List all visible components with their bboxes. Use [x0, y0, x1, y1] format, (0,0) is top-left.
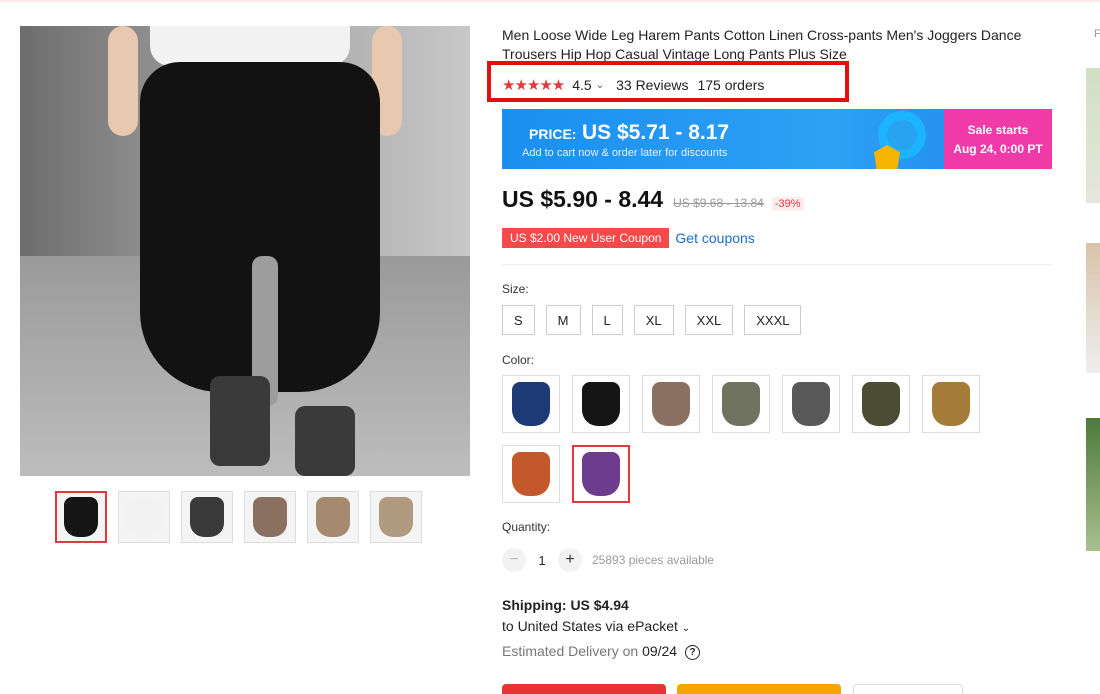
color-swatch-image: [512, 382, 550, 426]
color-swatch-image: [512, 452, 550, 496]
size-option[interactable]: XL: [633, 305, 674, 335]
shipping-label: Shipping:: [502, 597, 567, 613]
original-price: US $9.68 - 13.84: [673, 196, 764, 210]
coupon-row: US $2.00 New User Coupon Get coupons: [498, 228, 755, 248]
color-swatch-image: [932, 382, 970, 426]
shipping-destination[interactable]: to United States via ePacket: [502, 618, 678, 634]
shipping-cost: US $4.94: [570, 597, 629, 613]
color-option[interactable]: [712, 375, 770, 433]
add-to-cart-button[interactable]: [677, 684, 841, 694]
thumbnail[interactable]: [55, 491, 107, 543]
size-option[interactable]: M: [545, 305, 581, 335]
sidebar-product-3[interactable]: [1086, 418, 1100, 551]
color-swatch-image: [862, 382, 900, 426]
banner-price-label: PRICE:: [529, 126, 577, 142]
thumbnail-image: [64, 497, 98, 537]
thumbnail-image: [379, 497, 413, 537]
sale-line1: Sale starts: [967, 123, 1029, 137]
thumbnail[interactable]: [370, 491, 422, 543]
color-option[interactable]: [572, 375, 630, 433]
color-label: Color:: [502, 353, 535, 367]
size-options: S M L XL XXL XXXL: [502, 305, 802, 335]
delivery-date: 09/24: [642, 643, 678, 659]
delivery-row: Estimated Delivery on 09/24 ?: [502, 643, 700, 660]
sidebar-product-2[interactable]: [1086, 243, 1100, 373]
sidebar-label: F: [1094, 28, 1100, 40]
quantity-minus-button[interactable]: −: [502, 548, 526, 572]
quantity-plus-button[interactable]: +: [558, 548, 582, 572]
product-title: Men Loose Wide Leg Harem Pants Cotton Li…: [502, 27, 1022, 62]
color-option[interactable]: [572, 445, 630, 503]
image-sandal-right: [295, 406, 355, 476]
discount-badge: -39%: [771, 197, 804, 211]
color-swatch-image: [652, 382, 690, 426]
thumbnail[interactable]: [181, 491, 233, 543]
color-option[interactable]: [642, 375, 700, 433]
thumbnail-image: [316, 497, 350, 537]
color-swatch-image: [722, 382, 760, 426]
quantity-label: Quantity:: [502, 520, 551, 534]
size-option[interactable]: L: [591, 305, 623, 335]
price-row: US $5.90 - 8.44 US $9.68 - 13.84 -39%: [502, 186, 804, 213]
pieces-available: 25893 pieces available: [592, 553, 715, 567]
shipping-method[interactable]: to United States via ePacket ⌄: [502, 618, 690, 634]
quantity-input[interactable]: 1: [526, 553, 558, 568]
color-option[interactable]: [782, 375, 840, 433]
thumbnail[interactable]: [244, 491, 296, 543]
image-sandal-left: [210, 376, 270, 466]
color-swatch-image: [792, 382, 830, 426]
sale-line2: Aug 24, 0:00 PT: [953, 142, 1043, 156]
thumbnail-image: [190, 497, 224, 537]
image-arm-left: [108, 26, 138, 136]
color-swatch-image: [582, 452, 620, 496]
help-icon[interactable]: ?: [685, 644, 700, 660]
shipping-row: Shipping: US $4.94: [502, 597, 629, 613]
sale-start-badge: Sale starts Aug 24, 0:00 PT: [944, 109, 1052, 169]
product-main-image[interactable]: [20, 26, 470, 476]
delivery-label: Estimated Delivery on: [502, 643, 639, 659]
buy-now-button[interactable]: [502, 684, 666, 694]
banner-price-value: US $5.71 - 8.17: [582, 121, 730, 144]
color-option[interactable]: [852, 375, 910, 433]
thumbnail[interactable]: [118, 491, 170, 543]
size-option[interactable]: XXXL: [744, 305, 802, 335]
color-option[interactable]: [502, 445, 560, 503]
image-shirt: [150, 26, 350, 66]
divider: [502, 264, 1052, 265]
quantity-stepper: − 1 + 25893 pieces available: [502, 548, 714, 572]
thumbnail[interactable]: [307, 491, 359, 543]
chevron-down-icon[interactable]: ⌄: [682, 623, 690, 634]
size-option[interactable]: XXL: [684, 305, 734, 335]
top-border: [0, 0, 1100, 2]
size-option[interactable]: S: [502, 305, 535, 335]
banner-subtitle: Add to cart now & order later for discou…: [522, 147, 728, 159]
thumbnail-image: [127, 497, 161, 537]
wishlist-button[interactable]: [853, 684, 963, 694]
thumbnail-image: [253, 497, 287, 537]
highlight-box: [487, 61, 849, 102]
color-options: [502, 375, 1022, 503]
get-coupons-link[interactable]: Get coupons: [675, 230, 754, 246]
color-option[interactable]: [922, 375, 980, 433]
promo-banner: PRICE: US $5.71 - 8.17 Add to cart now &…: [502, 109, 1052, 169]
color-swatch-image: [582, 382, 620, 426]
thumbnail-strip: [55, 491, 422, 543]
size-label: Size:: [502, 282, 529, 296]
new-user-coupon[interactable]: US $2.00 New User Coupon: [498, 228, 670, 248]
color-option[interactable]: [502, 375, 560, 433]
current-price: US $5.90 - 8.44: [502, 186, 664, 212]
sidebar-product-1[interactable]: [1086, 68, 1100, 203]
